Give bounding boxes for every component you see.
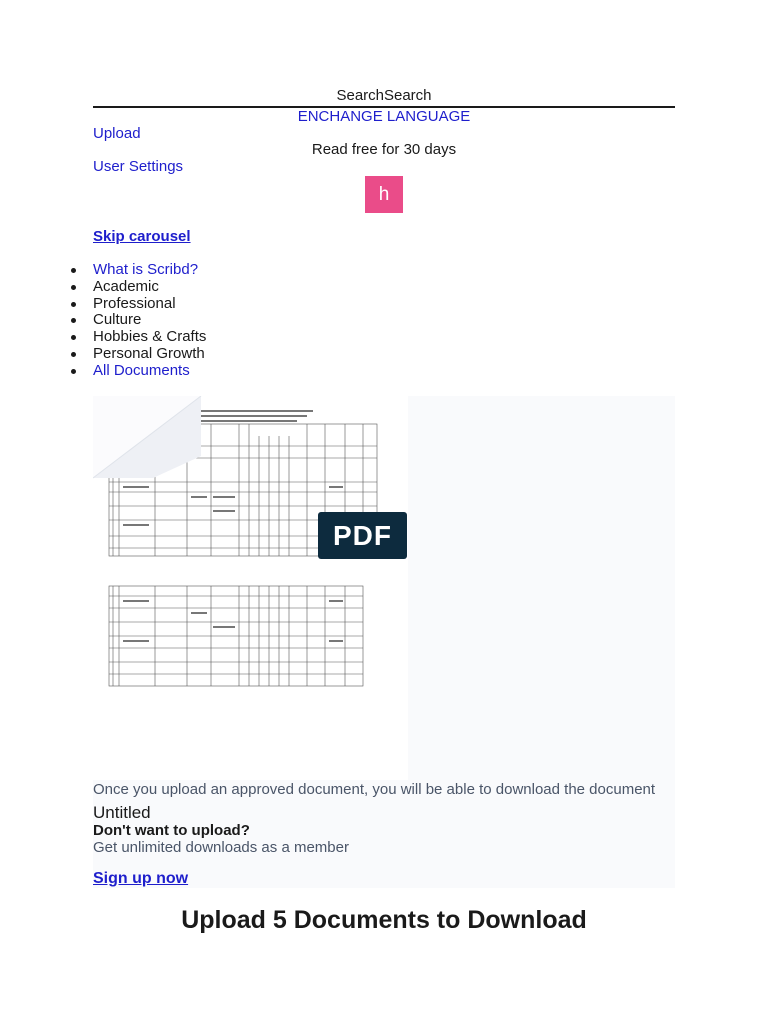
page-title: Upload 5 Documents to Download bbox=[181, 906, 587, 934]
change-language-link[interactable]: ENCHANGE LANGUAGE bbox=[93, 107, 675, 127]
pdf-badge-label: PDF bbox=[333, 519, 392, 551]
document-panel: PDF Once you upload an approved document… bbox=[93, 396, 675, 888]
pdf-badge: PDF bbox=[318, 512, 407, 559]
category-list: What is Scribd? Academic Professional Cu… bbox=[70, 261, 206, 380]
search-bar[interactable]: SearchSearch bbox=[93, 86, 675, 108]
avatar-letter: h bbox=[378, 183, 390, 205]
sign-up-link[interactable]: Sign up now bbox=[93, 869, 188, 889]
document-title: Untitled bbox=[93, 803, 151, 822]
avatar[interactable]: h bbox=[365, 176, 403, 213]
search-label[interactable]: SearchSearch bbox=[336, 87, 431, 104]
unlimited-downloads-text: Get unlimited downloads as a member bbox=[93, 839, 349, 856]
document-thumbnail[interactable]: PDF bbox=[93, 396, 408, 780]
category-item-what-is-scribd[interactable]: What is Scribd? bbox=[70, 261, 206, 279]
document-preview-image bbox=[93, 396, 378, 687]
user-settings-link[interactable]: User Settings bbox=[93, 157, 183, 177]
skip-carousel-link[interactable]: Skip carousel bbox=[93, 227, 191, 247]
category-item-professional[interactable]: Professional bbox=[70, 295, 206, 313]
category-item-hobbies-crafts[interactable]: Hobbies & Crafts bbox=[70, 328, 206, 346]
approved-document-notice: Once you upload an approved document, yo… bbox=[93, 781, 656, 798]
category-item-all-documents[interactable]: All Documents bbox=[70, 362, 206, 380]
category-item-personal-growth[interactable]: Personal Growth bbox=[70, 345, 206, 363]
category-item-academic[interactable]: Academic bbox=[70, 278, 206, 296]
category-item-culture[interactable]: Culture bbox=[70, 312, 206, 329]
